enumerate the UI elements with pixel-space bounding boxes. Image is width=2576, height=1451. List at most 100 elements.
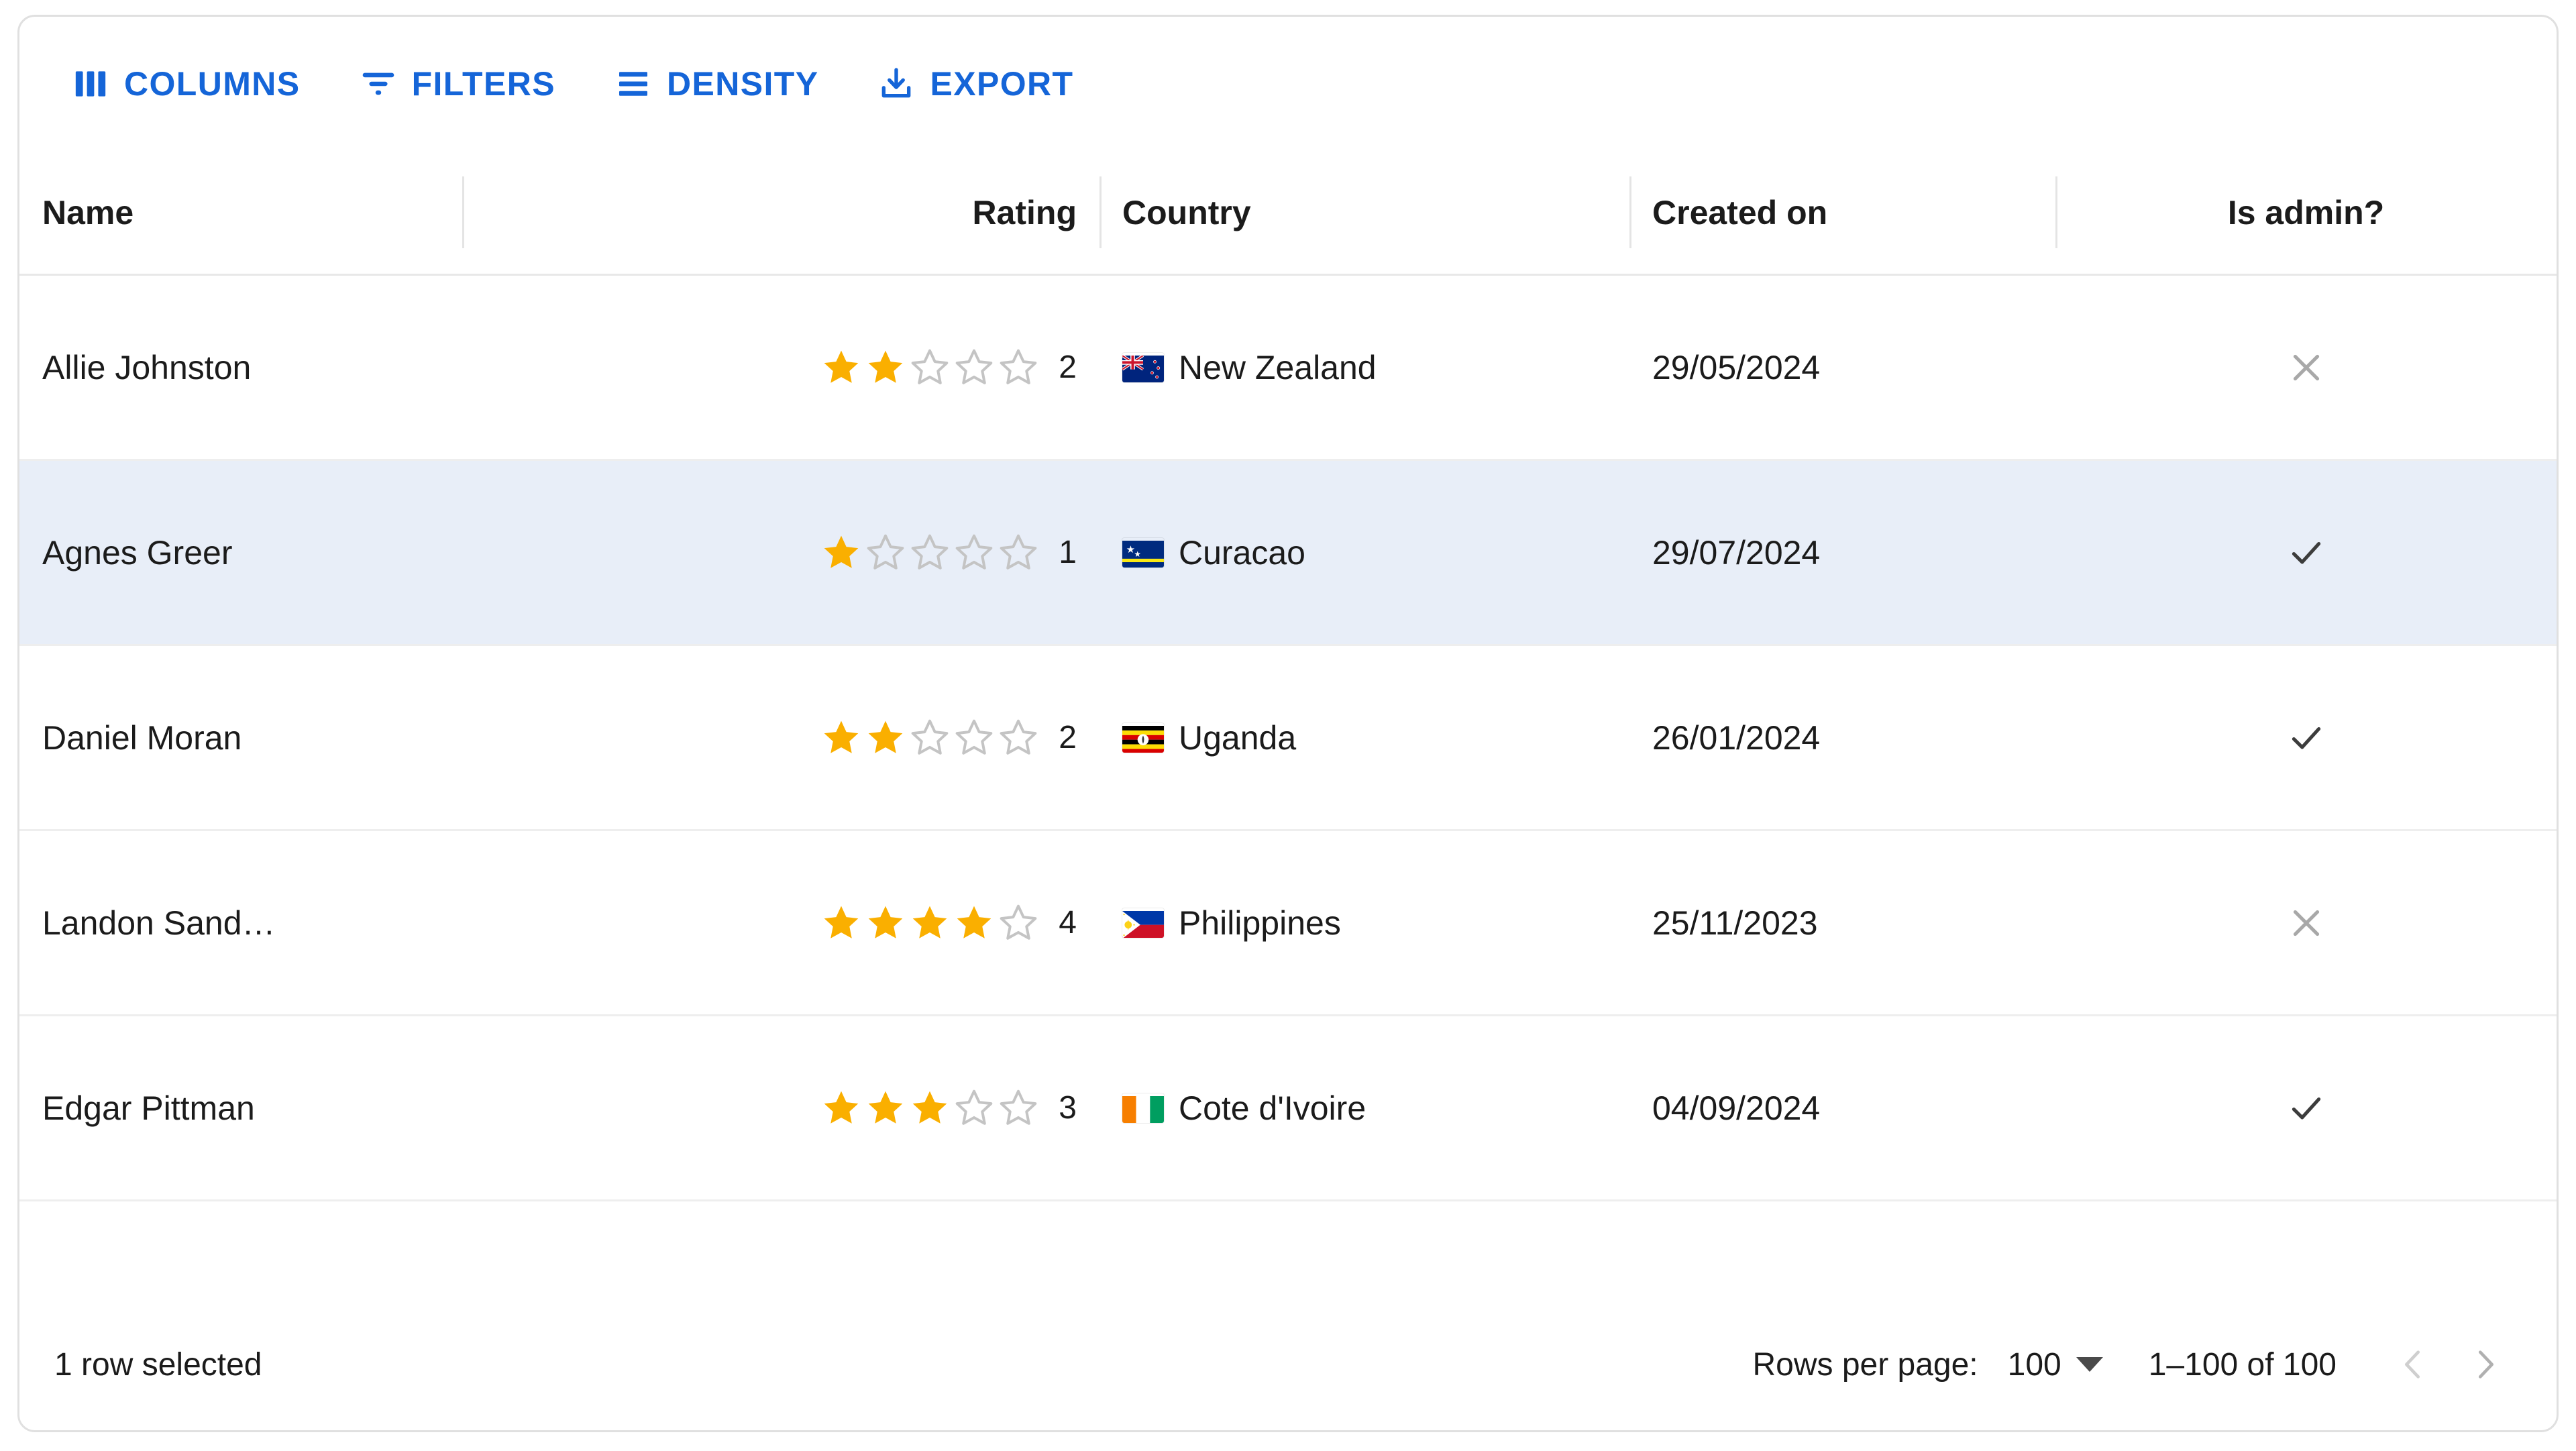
pagination-controls: Rows per page: 100 1–100 of 100: [1752, 1328, 2522, 1401]
cell-country-text: Uganda: [1179, 718, 1296, 757]
cell-is-admin[interactable]: [2055, 646, 2557, 829]
cell-is-admin[interactable]: [2055, 276, 2557, 459]
next-page-button[interactable]: [2449, 1328, 2522, 1401]
export-button[interactable]: EXPORT: [860, 48, 1091, 120]
cell-country-text: Philippines: [1179, 904, 1341, 943]
rating-stars[interactable]: [820, 902, 1039, 944]
cell-name[interactable]: Daniel Moran: [19, 646, 462, 829]
rating-value: 2: [1057, 349, 1077, 386]
table-row[interactable]: Daniel Moran 2 Uganda 26/01/2024: [19, 646, 2557, 831]
cell-created-on-text: 29/05/2024: [1652, 348, 1820, 387]
cell-name[interactable]: Allie Johnston: [19, 276, 462, 459]
rating-stars[interactable]: [820, 1087, 1039, 1129]
grid-toolbar: COLUMNS FILTERS: [19, 17, 2557, 151]
chevron-right-icon: [2466, 1345, 2505, 1384]
check-icon: [2286, 1087, 2327, 1129]
cell-is-admin[interactable]: [2055, 1016, 2557, 1199]
cell-created-on-text: 25/11/2023: [1652, 904, 1818, 943]
rows-per-page-label: Rows per page:: [1752, 1346, 1978, 1383]
cell-created-on-text: 26/01/2024: [1652, 718, 1820, 757]
close-icon: [2286, 347, 2327, 388]
columns-icon: [72, 65, 109, 103]
table-header-row: Name Rating Country Created on Is admin?: [19, 151, 2557, 276]
chevron-left-icon: [2394, 1345, 2432, 1384]
density-icon: [614, 65, 652, 103]
cell-rating[interactable]: 4: [462, 831, 1099, 1014]
flag-uganda-icon: [1122, 723, 1164, 753]
cell-name-text: Landon Sand…: [42, 904, 276, 943]
table-row[interactable]: Landon Sand… 4 Philippines 25/11/2023: [19, 831, 2557, 1016]
cell-country-text: Cote d'Ivoire: [1179, 1089, 1366, 1128]
cell-country-text: New Zealand: [1179, 348, 1377, 387]
cell-created-on[interactable]: 25/11/2023: [1629, 831, 2055, 1014]
cell-created-on[interactable]: 29/07/2024: [1629, 461, 2055, 644]
cell-country[interactable]: Philippines: [1099, 831, 1629, 1014]
grid-footer: 1 row selected Rows per page: 100 1–100 …: [19, 1299, 2557, 1430]
rating-stars[interactable]: [820, 347, 1039, 388]
column-header-created-on[interactable]: Created on: [1629, 151, 2055, 274]
close-icon: [2286, 902, 2327, 944]
flag-curacao-icon: [1122, 538, 1164, 568]
download-icon: [877, 65, 915, 103]
table-row[interactable]: Allie Johnston 2 New Zealand 29/05/2024: [19, 276, 2557, 461]
cell-country[interactable]: Uganda: [1099, 646, 1629, 829]
column-header-rating-label: Rating: [972, 193, 1077, 232]
cell-rating[interactable]: 1: [462, 461, 1099, 644]
flag-cote-divoire-icon: [1122, 1093, 1164, 1123]
flag-new-zealand-icon: [1122, 353, 1164, 382]
chevron-down-icon: [2076, 1357, 2103, 1372]
rating-value: 4: [1057, 904, 1077, 941]
cell-name-text: Agnes Greer: [42, 533, 232, 572]
column-header-name[interactable]: Name: [19, 151, 462, 274]
cell-is-admin[interactable]: [2055, 831, 2557, 1014]
filters-button[interactable]: FILTERS: [342, 48, 573, 120]
cell-country-text: Curacao: [1179, 533, 1305, 572]
cell-country[interactable]: Cote d'Ivoire: [1099, 1016, 1629, 1199]
cell-rating[interactable]: 2: [462, 646, 1099, 829]
cell-name[interactable]: Edgar Pittman: [19, 1016, 462, 1199]
density-button-label: DENSITY: [667, 64, 819, 103]
rating-value: 2: [1057, 719, 1077, 756]
cell-country[interactable]: New Zealand: [1099, 276, 1629, 459]
cell-rating[interactable]: 3: [462, 1016, 1099, 1199]
cell-created-on[interactable]: 29/05/2024: [1629, 276, 2055, 459]
check-icon: [2286, 532, 2327, 574]
data-grid-card: COLUMNS FILTERS: [17, 15, 2559, 1432]
rating-stars[interactable]: [820, 717, 1039, 759]
column-header-created-on-label: Created on: [1652, 193, 1827, 232]
page-root: COLUMNS FILTERS: [0, 0, 2576, 1451]
column-header-rating[interactable]: Rating: [462, 151, 1099, 274]
columns-button[interactable]: COLUMNS: [54, 48, 318, 120]
filter-icon: [360, 65, 397, 103]
column-header-is-admin[interactable]: Is admin?: [2055, 151, 2557, 274]
flag-philippines-icon: [1122, 908, 1164, 938]
previous-page-button[interactable]: [2377, 1328, 2449, 1401]
table-row[interactable]: Edgar Pittman 3 Cote d'Ivoire 04/09/2024: [19, 1016, 2557, 1201]
cell-created-on[interactable]: 04/09/2024: [1629, 1016, 2055, 1199]
column-header-country-label: Country: [1122, 193, 1251, 232]
cell-created-on-text: 04/09/2024: [1652, 1089, 1820, 1128]
density-button[interactable]: DENSITY: [597, 48, 837, 120]
cell-country[interactable]: Curacao: [1099, 461, 1629, 644]
cell-name-text: Allie Johnston: [42, 348, 251, 387]
table-row[interactable]: Agnes Greer 1 Curacao 29/07/2024: [19, 461, 2557, 646]
cell-rating[interactable]: 2: [462, 276, 1099, 459]
rows-per-page-select[interactable]: 100: [2002, 1340, 2108, 1390]
column-header-name-label: Name: [42, 193, 133, 232]
pagination-range: 1–100 of 100: [2149, 1346, 2337, 1383]
cell-name[interactable]: Agnes Greer: [19, 461, 462, 644]
cell-created-on-text: 29/07/2024: [1652, 533, 1820, 572]
column-header-country[interactable]: Country: [1099, 151, 1629, 274]
rows-per-page-value: 100: [2008, 1346, 2061, 1383]
cell-is-admin[interactable]: [2055, 461, 2557, 644]
export-button-label: EXPORT: [930, 64, 1073, 103]
rating-stars[interactable]: [820, 532, 1039, 574]
columns-button-label: COLUMNS: [124, 64, 301, 103]
column-header-is-admin-label: Is admin?: [2228, 193, 2384, 232]
rating-value: 3: [1057, 1089, 1077, 1126]
cell-name-text: Edgar Pittman: [42, 1089, 255, 1128]
check-icon: [2286, 717, 2327, 759]
cell-name[interactable]: Landon Sand…: [19, 831, 462, 1014]
rating-value: 1: [1057, 534, 1077, 571]
cell-created-on[interactable]: 26/01/2024: [1629, 646, 2055, 829]
